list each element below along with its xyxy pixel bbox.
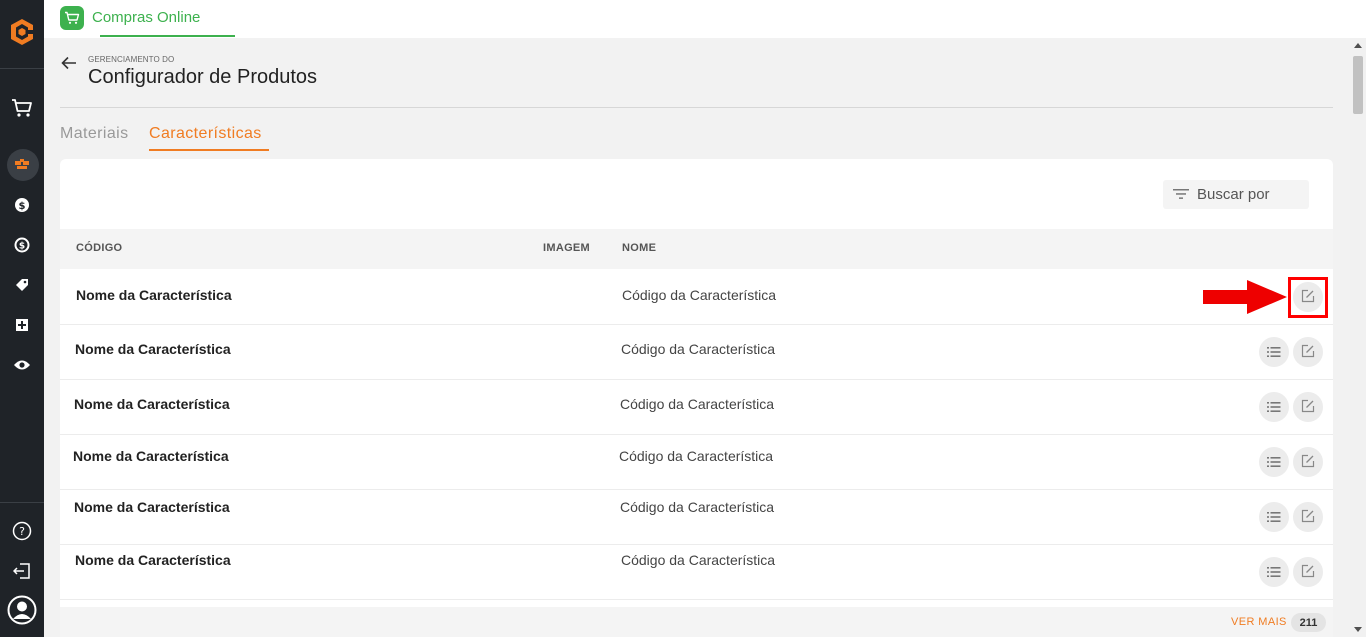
- help-icon[interactable]: ?: [0, 516, 44, 546]
- column-header-codigo[interactable]: CÓDIGO: [76, 242, 122, 254]
- svg-text:$: $: [19, 201, 26, 212]
- edit-button[interactable]: [1293, 337, 1323, 367]
- filter-icon: [1173, 185, 1189, 204]
- search-input[interactable]: Buscar por: [1163, 180, 1309, 209]
- search-placeholder: Buscar por: [1197, 186, 1270, 203]
- sidebar-divider-bottom: [0, 502, 44, 503]
- details-list-button[interactable]: [1259, 447, 1289, 477]
- table-row[interactable]: Nome da Característica Código da Caracte…: [60, 325, 1333, 380]
- row-code: Código da Característica: [621, 341, 776, 357]
- scroll-up-arrow-icon[interactable]: [1354, 43, 1362, 48]
- page-kicker: GERENCIAMENTO DO: [88, 55, 175, 64]
- list-icon: [1267, 343, 1281, 362]
- row-code: Código da Característica: [622, 287, 777, 303]
- annotation-arrow-icon: [1203, 280, 1287, 318]
- row-code: Código da Característica: [620, 499, 775, 515]
- row-name: Nome da Característica: [75, 341, 231, 357]
- table-row[interactable]: Nome da Característica Código da Caracte…: [60, 545, 1333, 600]
- money-icon[interactable]: $: [0, 190, 44, 220]
- annotation-highlight-box: [1288, 277, 1328, 318]
- sidebar-divider: [0, 68, 44, 69]
- table-row[interactable]: Nome da Característica Código da Caracte…: [60, 380, 1333, 435]
- active-tab-indicator: [149, 149, 269, 151]
- logo-icon[interactable]: [6, 16, 38, 48]
- row-name: Nome da Característica: [75, 552, 231, 568]
- header-divider: [60, 107, 1333, 108]
- page-title: Configurador de Produtos: [88, 66, 318, 88]
- list-icon: [1267, 398, 1281, 417]
- edit-button[interactable]: [1293, 502, 1323, 532]
- table-row[interactable]: Nome da Característica Código da Caracte…: [60, 490, 1333, 545]
- row-name: Nome da Característica: [74, 499, 230, 515]
- row-name: Nome da Característica: [74, 396, 230, 412]
- svg-text:$: $: [19, 242, 25, 252]
- details-list-button[interactable]: [1259, 392, 1289, 422]
- table-footer: [60, 607, 1333, 637]
- tab-caracteristicas[interactable]: Características: [149, 125, 262, 143]
- cart-icon[interactable]: [0, 93, 44, 123]
- user-avatar-icon[interactable]: [0, 595, 44, 625]
- page-scrollbar[interactable]: [1350, 38, 1366, 637]
- exchange-icon[interactable]: $: [0, 230, 44, 260]
- list-icon: [1267, 563, 1281, 582]
- edit-button[interactable]: [1293, 392, 1323, 422]
- edit-icon: [1301, 563, 1315, 582]
- column-header-nome[interactable]: NOME: [622, 242, 656, 254]
- tab-materiais[interactable]: Materiais: [60, 125, 129, 143]
- row-code: Código da Característica: [620, 396, 775, 412]
- list-icon: [1267, 453, 1281, 472]
- sidebar: $ $ ?: [0, 0, 44, 637]
- table-row[interactable]: Nome da Característica Código da Caracte…: [60, 435, 1333, 490]
- edit-button[interactable]: [1293, 447, 1323, 477]
- eye-icon[interactable]: [0, 350, 44, 380]
- details-list-button[interactable]: [1259, 337, 1289, 367]
- edit-icon: [1301, 398, 1315, 417]
- shopping-cart-icon[interactable]: [60, 6, 84, 30]
- row-name: Nome da Característica: [76, 287, 232, 303]
- edit-button[interactable]: [1293, 557, 1323, 587]
- details-list-button[interactable]: [1259, 502, 1289, 532]
- svg-text:?: ?: [19, 525, 25, 538]
- column-header-imagem[interactable]: IMAGEM: [543, 242, 590, 254]
- row-name: Nome da Característica: [73, 448, 229, 464]
- total-count-badge: 211: [1291, 613, 1326, 632]
- row-code: Código da Característica: [619, 448, 774, 464]
- list-icon: [1267, 508, 1281, 527]
- characteristics-table-card: Buscar por CÓDIGO IMAGEM NOME Nome da Ca…: [60, 159, 1333, 637]
- scroll-down-arrow-icon[interactable]: [1354, 627, 1362, 632]
- grid-icon[interactable]: [0, 310, 44, 340]
- details-list-button[interactable]: [1259, 557, 1289, 587]
- top-bar: Compras Online: [44, 0, 1366, 38]
- edit-icon: [1301, 343, 1315, 362]
- see-more-link[interactable]: VER MAIS: [1231, 616, 1287, 628]
- configurator-icon[interactable]: [0, 149, 44, 181]
- app-title-tab[interactable]: Compras Online: [92, 9, 200, 26]
- scrollbar-thumb[interactable]: [1353, 56, 1363, 114]
- row-code: Código da Característica: [621, 552, 776, 568]
- back-arrow-icon[interactable]: [61, 55, 77, 75]
- edit-icon: [1301, 453, 1315, 472]
- logout-icon[interactable]: [0, 556, 44, 586]
- edit-icon: [1301, 508, 1315, 527]
- table-header: CÓDIGO IMAGEM NOME: [60, 229, 1333, 269]
- app-tab-underline: [100, 35, 235, 37]
- table-row[interactable]: Nome da Característica Código da Caracte…: [60, 270, 1333, 325]
- tag-icon[interactable]: [0, 270, 44, 300]
